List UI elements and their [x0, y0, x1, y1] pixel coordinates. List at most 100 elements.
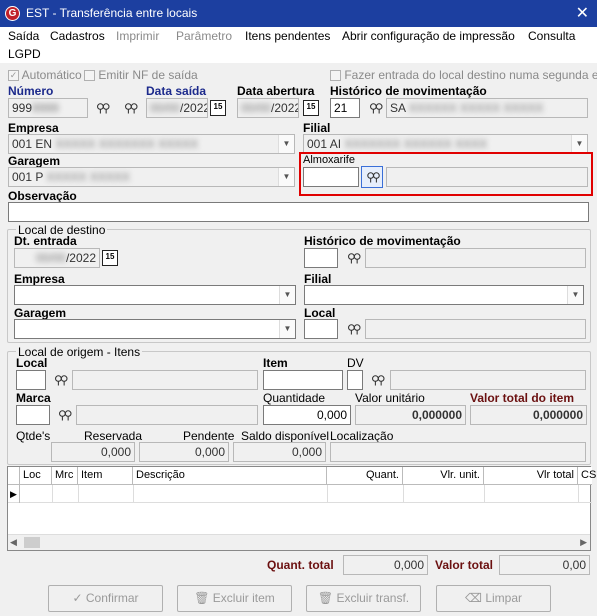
emitir-nf-checkbox[interactable]: Emitir NF de saída: [84, 68, 198, 82]
horizontal-scrollbar[interactable]: ◀ ▶: [8, 534, 590, 550]
quantidade-field[interactable]: 0,000: [263, 405, 351, 425]
chevron-down-icon: ▼: [279, 320, 295, 338]
menu-lgpd[interactable]: LGPD: [8, 47, 41, 61]
data-saida-field[interactable]: 00/00/2022: [146, 98, 208, 118]
quantidade-label: Quantidade: [263, 391, 326, 405]
limpar-button[interactable]: ⌫ Limpar: [436, 585, 551, 612]
dv-field[interactable]: [347, 370, 363, 390]
origem-local-search-icon[interactable]: ⚲⚲: [54, 373, 68, 387]
reservada-label: Reservada: [84, 429, 143, 443]
scroll-thumb[interactable]: [24, 537, 40, 548]
origem-local-label: Local: [16, 356, 48, 370]
destino-historico-code-field[interactable]: [304, 248, 338, 268]
observacao-label: Observação: [8, 189, 77, 203]
origem-local-desc-field: [72, 370, 258, 390]
item-desc-field: [390, 370, 586, 390]
col-mrc[interactable]: Mrc: [52, 467, 78, 485]
data-abertura-label: Data abertura: [237, 84, 315, 98]
valor-unitario-field: 0,000000: [355, 405, 466, 425]
destino-historico-desc-field: [365, 248, 586, 268]
data-abertura-field[interactable]: 00/00/2022: [237, 98, 299, 118]
segunda-etapa-checkbox[interactable]: Fazer entrada do local destino numa segu…: [330, 68, 597, 82]
menu-imprimir[interactable]: Imprimir: [116, 29, 159, 43]
destino-local-search-icon[interactable]: ⚲⚲: [347, 322, 361, 336]
destino-local-field[interactable]: [304, 319, 338, 339]
check-icon: ✓: [8, 70, 19, 82]
chevron-down-icon: ▼: [279, 286, 295, 304]
dt-entrada-field[interactable]: 00/00/2022: [14, 248, 100, 268]
menu-abrir-config-impressao[interactable]: Abrir configuração de impressão: [342, 29, 515, 43]
almoxarife-search-button[interactable]: ⚲⚲: [361, 166, 383, 188]
menu-bar: Saída Cadastros Imprimir Parâmetro Itens…: [0, 27, 597, 63]
close-icon[interactable]: ✕: [576, 3, 589, 23]
check-icon: ✓: [72, 591, 83, 605]
excluir-transf-button[interactable]: 🗑 Excluir transf.: [306, 585, 421, 612]
table-row[interactable]: ▶: [8, 485, 592, 503]
quant-total-label: Quant. total: [267, 558, 334, 572]
calendar-icon[interactable]: 15: [102, 250, 118, 266]
historico-code-field[interactable]: 21: [330, 98, 360, 118]
reservada-field: 0,000: [51, 442, 135, 462]
automatico-checkbox[interactable]: ✓ Automático: [8, 68, 82, 82]
marca-label: Marca: [16, 391, 51, 405]
historico-label: Histórico de movimentação: [330, 84, 487, 98]
menu-itens-pendentes[interactable]: Itens pendentes: [245, 29, 330, 43]
marca-desc-field: [76, 405, 258, 425]
destino-empresa-combo[interactable]: ▼: [14, 285, 296, 305]
row-pointer-icon: ▶: [8, 485, 20, 503]
col-vlr-total[interactable]: Vlr total: [484, 467, 578, 485]
historico-search-icon[interactable]: ⚲⚲: [369, 101, 383, 115]
filial-combo[interactable]: 001 AI XXXXXXX XXXXXX XXXX ▼: [303, 134, 588, 154]
garagem-combo[interactable]: 001 P XXXXX XXXXX ▼: [8, 167, 295, 187]
empresa-combo[interactable]: 001 EN XXXXX XXXXXXX XXXXX ▼: [8, 134, 295, 154]
calendar-icon[interactable]: 15: [303, 100, 319, 116]
scroll-right-icon[interactable]: ▶: [580, 537, 587, 548]
pendente-label: Pendente: [183, 429, 235, 443]
search-icon[interactable]: ⚲⚲: [124, 101, 138, 115]
trash-icon: 🗑: [194, 591, 210, 605]
quant-total-field: 0,000: [343, 555, 428, 575]
numero-search-icon[interactable]: ⚲⚲: [96, 101, 110, 115]
saldo-field: 0,000: [233, 442, 326, 462]
localizacao-field: [330, 442, 586, 462]
destino-historico-label: Histórico de movimentação: [304, 234, 461, 248]
garagem-label: Garagem: [8, 154, 61, 168]
almoxarife-field[interactable]: [303, 167, 359, 187]
menu-parametro[interactable]: Parâmetro: [176, 29, 232, 43]
excluir-item-button[interactable]: 🗑 Excluir item: [177, 585, 292, 612]
numero-label: Número: [8, 84, 54, 98]
item-field[interactable]: [263, 370, 343, 390]
col-cs[interactable]: CS: [578, 467, 596, 485]
menu-saida[interactable]: Saída: [8, 29, 39, 43]
valor-total-field: 0,00: [499, 555, 590, 575]
scroll-left-icon[interactable]: ◀: [10, 537, 17, 548]
chevron-down-icon: ▼: [278, 135, 294, 153]
item-label: Item: [263, 356, 288, 370]
filial-label: Filial: [303, 121, 331, 135]
col-descricao[interactable]: Descrição: [133, 467, 327, 485]
destino-local-label: Local: [304, 306, 336, 320]
trash-icon: 🗑: [317, 591, 334, 605]
valor-unitario-label: Valor unitário: [355, 391, 425, 405]
col-loc[interactable]: Loc: [20, 467, 52, 485]
col-quant[interactable]: Quant.: [327, 467, 403, 485]
numero-field[interactable]: 9999999: [8, 98, 88, 118]
confirmar-button[interactable]: ✓ Confirmar: [48, 585, 163, 612]
col-item[interactable]: Item: [78, 467, 133, 485]
destino-historico-search-icon[interactable]: ⚲⚲: [347, 251, 361, 265]
calendar-icon[interactable]: 15: [210, 100, 226, 116]
items-grid[interactable]: Loc Mrc Item Descrição Quant. Vlr. unit.…: [7, 466, 596, 551]
menu-consulta[interactable]: Consulta: [528, 29, 575, 43]
menu-cadastros[interactable]: Cadastros: [50, 29, 105, 43]
destino-filial-combo[interactable]: ▼: [304, 285, 584, 305]
marca-field[interactable]: [16, 405, 50, 425]
col-vlr-unit[interactable]: Vlr. unit.: [403, 467, 484, 485]
marca-search-icon[interactable]: ⚲⚲: [58, 408, 72, 422]
observacao-field[interactable]: [8, 202, 589, 222]
pendente-field: 0,000: [139, 442, 229, 462]
destino-garagem-combo[interactable]: ▼: [14, 319, 296, 339]
item-search-icon[interactable]: ⚲⚲: [371, 373, 385, 387]
chevron-down-icon: ▼: [567, 286, 583, 304]
origem-local-field[interactable]: [16, 370, 46, 390]
chevron-down-icon: ▼: [571, 135, 587, 153]
